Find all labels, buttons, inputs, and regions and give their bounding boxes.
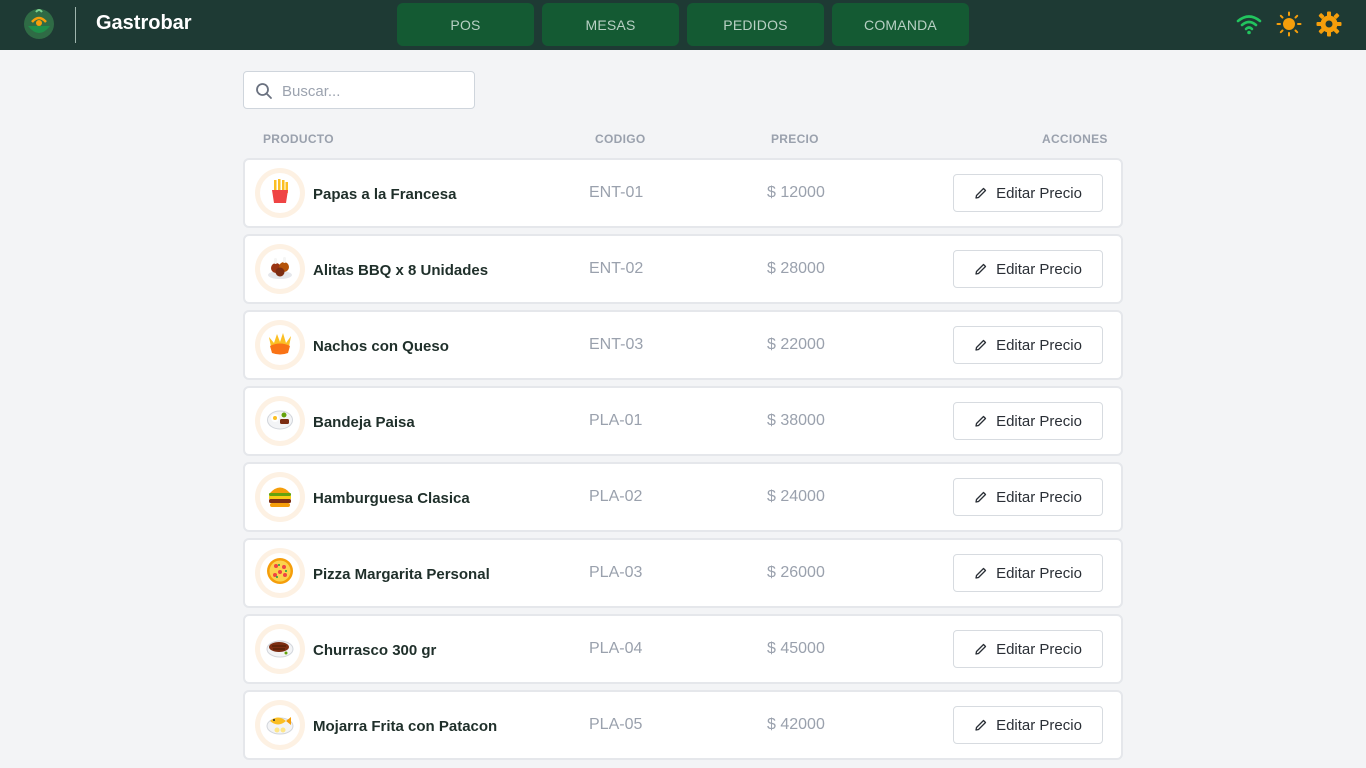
column-header-producto: PRODUCTO [263,132,334,146]
product-thumb [255,472,305,522]
column-header-precio: PRECIO [771,132,819,146]
product-row: Pizza Margarita Personal PLA-03 $ 26000 … [243,538,1123,608]
top-bar: Gastrobar POS MESAS PEDIDOS COMANDA [0,0,1366,50]
edit-price-button[interactable]: Editar Precio [953,174,1103,212]
nachos-icon [266,329,294,362]
pencil-icon [975,491,987,503]
edit-price-button[interactable]: Editar Precio [953,250,1103,288]
chicken-wings-icon [266,253,294,286]
edit-price-label: Editar Precio [996,640,1082,658]
product-code: PLA-02 [589,488,643,505]
edit-price-button[interactable]: Editar Precio [953,326,1103,364]
product-price: $ 12000 [767,184,825,201]
product-thumb [255,548,305,598]
column-header-codigo: CODIGO [595,132,646,146]
product-price: $ 22000 [767,336,825,353]
fries-icon [266,177,294,210]
product-thumb [255,396,305,446]
search-input[interactable] [282,80,462,102]
edit-price-label: Editar Precio [996,412,1082,430]
edit-price-button[interactable]: Editar Precio [953,402,1103,440]
product-price: $ 24000 [767,488,825,505]
wifi-icon [1236,13,1262,35]
edit-price-label: Editar Precio [996,488,1082,506]
product-code: ENT-01 [589,184,644,201]
edit-price-label: Editar Precio [996,336,1082,354]
product-name: Hamburguesa Clasica [313,490,470,507]
product-row: Papas a la Francesa ENT-01 $ 12000 Edita… [243,158,1123,228]
edit-price-button[interactable]: Editar Precio [953,630,1103,668]
product-thumb [255,168,305,218]
burger-icon [266,481,294,514]
search-box [243,71,475,109]
edit-price-label: Editar Precio [996,564,1082,582]
product-price: $ 26000 [767,564,825,581]
pencil-icon [975,643,987,655]
product-row: Mojarra Frita con Patacon PLA-05 $ 42000… [243,690,1123,760]
steak-icon [265,632,295,667]
edit-price-label: Editar Precio [996,716,1082,734]
main-nav: POS MESAS PEDIDOS COMANDA [397,3,969,46]
pencil-icon [975,187,987,199]
product-thumb [255,700,305,750]
product-code: ENT-03 [589,336,644,353]
product-code: ENT-02 [589,260,644,277]
product-price: $ 28000 [767,260,825,277]
product-name: Mojarra Frita con Patacon [313,718,498,735]
header-divider [75,7,76,43]
pencil-icon [975,339,987,351]
product-price: $ 45000 [767,640,825,657]
product-row: Alitas BBQ x 8 Unidades ENT-02 $ 28000 E… [243,234,1123,304]
edit-price-button[interactable]: Editar Precio [953,706,1103,744]
brand-title: Gastrobar [96,12,192,34]
product-name: Pizza Margarita Personal [313,566,490,583]
edit-price-button[interactable]: Editar Precio [953,478,1103,516]
gear-icon[interactable] [1316,11,1342,37]
product-name: Churrasco 300 gr [313,642,437,659]
product-code: PLA-05 [589,716,643,733]
product-thumb [255,624,305,674]
nav-mesas-button[interactable]: MESAS [542,3,679,46]
nav-pedidos-button[interactable]: PEDIDOS [687,3,824,46]
product-thumb [255,320,305,370]
fish-icon [265,708,295,743]
product-name: Nachos con Queso [313,338,449,355]
product-name: Bandeja Paisa [313,414,415,431]
pizza-icon [265,556,295,591]
product-price: $ 42000 [767,716,825,733]
product-row: Hamburguesa Clasica PLA-02 $ 24000 Edita… [243,462,1123,532]
product-thumb [255,244,305,294]
logo-icon [23,6,55,44]
product-row: Churrasco 300 gr PLA-04 $ 45000 Editar P… [243,614,1123,684]
product-price: $ 38000 [767,412,825,429]
column-header-acciones: ACCIONES [1042,132,1108,146]
product-row: Nachos con Queso ENT-03 $ 22000 Editar P… [243,310,1123,380]
product-row: Bandeja Paisa PLA-01 $ 38000 Editar Prec… [243,386,1123,456]
search-icon [255,82,273,105]
edit-price-label: Editar Precio [996,184,1082,202]
product-code: PLA-03 [589,564,643,581]
product-code: PLA-01 [589,412,643,429]
top-icons [1236,11,1342,37]
product-code: PLA-04 [589,640,643,657]
pencil-icon [975,263,987,275]
pencil-icon [975,719,987,731]
nav-comanda-button[interactable]: COMANDA [832,3,969,46]
pencil-icon [975,415,987,427]
pencil-icon [975,567,987,579]
platter-icon [266,405,294,438]
product-name: Papas a la Francesa [313,186,457,203]
sun-icon[interactable] [1276,11,1302,37]
edit-price-label: Editar Precio [996,260,1082,278]
product-name: Alitas BBQ x 8 Unidades [313,262,489,279]
nav-pos-button[interactable]: POS [397,3,534,46]
product-list: Papas a la Francesa ENT-01 $ 12000 Edita… [243,158,1123,766]
edit-price-button[interactable]: Editar Precio [953,554,1103,592]
